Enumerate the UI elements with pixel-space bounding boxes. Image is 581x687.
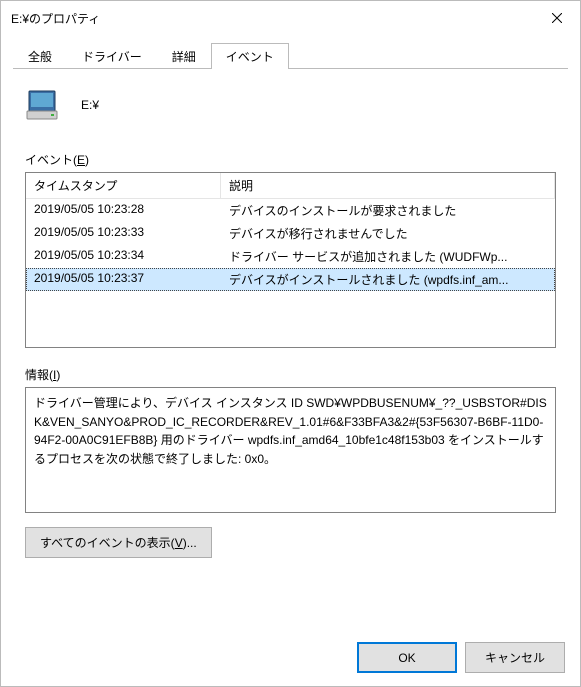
table-row[interactable]: 2019/05/05 10:23:37デバイスがインストールされました (wpd… [26, 268, 555, 291]
listview-header: タイムスタンプ 説明 [26, 173, 555, 199]
tab-general[interactable]: 全般 [13, 43, 67, 69]
drive-icon [25, 87, 61, 123]
close-button[interactable] [534, 1, 580, 35]
col-header-description[interactable]: 説明 [221, 173, 555, 198]
table-row[interactable]: 2019/05/05 10:23:33デバイスが移行されませんでした [26, 222, 555, 245]
events-label: イベント(E) [25, 151, 556, 168]
table-row[interactable]: 2019/05/05 10:23:28デバイスのインストールが要求されました [26, 199, 555, 222]
tab-events[interactable]: イベント [211, 43, 289, 69]
window-title: E:¥のプロパティ [11, 10, 534, 27]
tab-details[interactable]: 詳細 [157, 43, 211, 69]
info-label: 情報(I) [25, 366, 556, 383]
titlebar: E:¥のプロパティ [1, 1, 580, 35]
events-listview[interactable]: タイムスタンプ 説明 2019/05/05 10:23:28デバイスのインストー… [25, 172, 556, 348]
listview-body: 2019/05/05 10:23:28デバイスのインストールが要求されました20… [26, 199, 555, 291]
tab-driver[interactable]: ドライバー [67, 43, 157, 69]
table-row[interactable]: 2019/05/05 10:23:34ドライバー サービスが追加されました (W… [26, 245, 555, 268]
info-textbox[interactable]: ドライバー管理により、デバイス インスタンス ID SWD¥WPDBUSENUM… [25, 387, 556, 513]
cell-description: デバイスがインストールされました (wpdfs.inf_am... [221, 268, 555, 291]
cell-timestamp: 2019/05/05 10:23:33 [26, 222, 221, 245]
close-icon [552, 13, 562, 23]
cancel-button[interactable]: キャンセル [465, 642, 565, 673]
col-header-timestamp[interactable]: タイムスタンプ [26, 173, 221, 198]
cell-description: ドライバー サービスが追加されました (WUDFWp... [221, 245, 555, 268]
dialog-buttons: OK キャンセル [357, 642, 565, 673]
cell-description: デバイスが移行されませんでした [221, 222, 555, 245]
cell-timestamp: 2019/05/05 10:23:37 [26, 268, 221, 291]
device-row: E:¥ [25, 87, 556, 123]
cell-timestamp: 2019/05/05 10:23:34 [26, 245, 221, 268]
cell-description: デバイスのインストールが要求されました [221, 199, 555, 222]
device-name: E:¥ [81, 98, 99, 112]
cell-timestamp: 2019/05/05 10:23:28 [26, 199, 221, 222]
show-all-events-button[interactable]: すべてのイベントの表示(V)... [25, 527, 212, 558]
tab-content: E:¥ イベント(E) タイムスタンプ 説明 2019/05/05 10:23:… [1, 69, 580, 570]
tabstrip: 全般 ドライバー 詳細 イベント [1, 35, 580, 69]
ok-button[interactable]: OK [357, 642, 457, 673]
